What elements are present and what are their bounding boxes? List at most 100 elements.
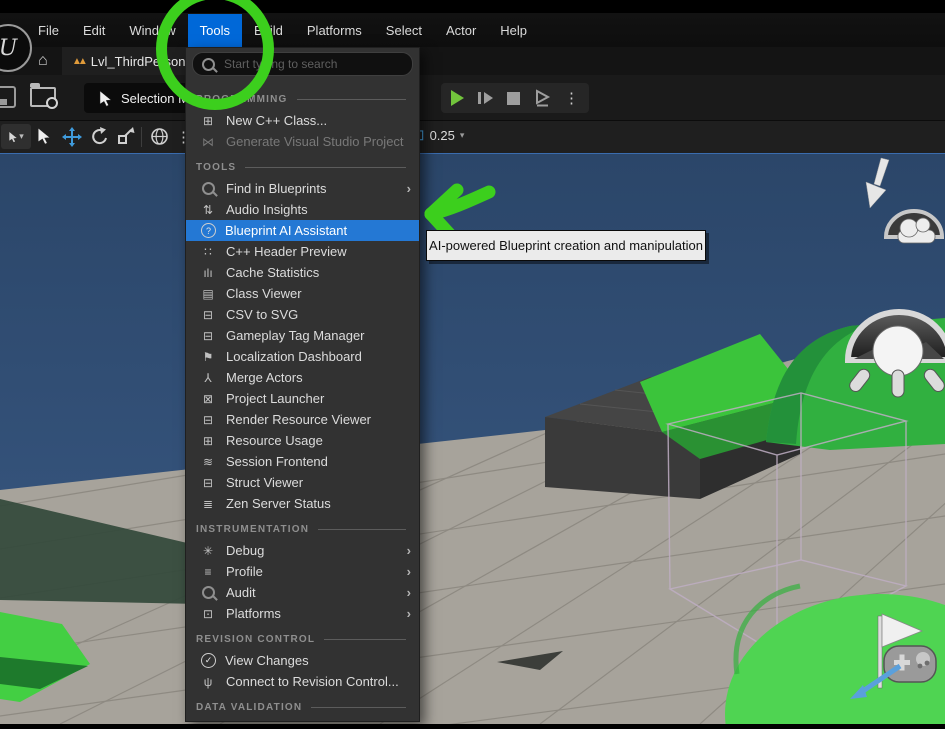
menu-item-zen-server-status[interactable]: ≣ Zen Server Status xyxy=(186,493,419,514)
play-controls: ⋮ xyxy=(441,83,589,113)
menu-item-gameplay-tag-manager[interactable]: ⊟Gameplay Tag Manager xyxy=(186,325,419,346)
menu-item-class-viewer[interactable]: ▤Class Viewer xyxy=(186,283,419,304)
menu-item-label: Generate Visual Studio Project xyxy=(226,134,404,149)
tooltip-text: AI-powered Blueprint creation and manipu… xyxy=(429,238,703,253)
tooltip: AI-powered Blueprint creation and manipu… xyxy=(426,230,706,261)
toolbar-divider xyxy=(141,127,142,147)
home-icon[interactable]: ⌂ xyxy=(38,52,48,70)
menu-item-view-changes[interactable]: ✓View Changes xyxy=(186,650,419,671)
menu-item-label: Merge Actors xyxy=(226,370,303,385)
submenu-arrow-icon: › xyxy=(407,585,411,600)
menu-item-validate-data[interactable]: ✔Validate Data... xyxy=(186,718,419,722)
menu-item-debug[interactable]: ✳ Debug › xyxy=(186,540,419,561)
menu-item-csv-to-svg[interactable]: ⊟ CSV to SVG xyxy=(186,304,419,325)
menu-item-merge-actors[interactable]: ⅄ Merge Actors xyxy=(186,367,419,388)
rotate-tool-icon[interactable] xyxy=(90,127,109,146)
question-circle-icon: ? xyxy=(201,223,216,238)
snap-value: 0.25 xyxy=(430,128,455,143)
skylight-icon[interactable] xyxy=(847,312,945,397)
frame-skip-button[interactable] xyxy=(477,89,494,107)
menu-item-localization-dashboard[interactable]: ⚑ Localization Dashboard xyxy=(186,346,419,367)
menubar: U FileEditWindowToolsBuildPlatformsSelec… xyxy=(0,0,945,47)
stop-button[interactable] xyxy=(507,92,520,105)
menubar-item-select[interactable]: Select xyxy=(374,14,434,47)
save-icon[interactable] xyxy=(0,86,16,108)
bug-icon: ✳ xyxy=(199,544,217,558)
antenna-icon: ≋ xyxy=(199,455,217,469)
menu-item-label: C++ Header Preview xyxy=(226,244,347,259)
menu-item-label: Struct Viewer xyxy=(226,475,303,490)
menu-item-platforms[interactable]: ⊡Platforms› xyxy=(186,603,419,624)
viewport-cursor-dropdown[interactable]: ▾ xyxy=(1,124,31,149)
table-icon: ⊞ xyxy=(199,434,217,448)
menu-item-resource-usage[interactable]: ⊞Resource Usage xyxy=(186,430,419,451)
content-browser-icon[interactable] xyxy=(30,87,56,107)
menu-item-label: Audio Insights xyxy=(226,202,308,217)
menu-list: PROGRAMMING⊞New C++ Class...⋈Generate Vi… xyxy=(186,78,419,722)
chevron-down-icon: ▾ xyxy=(460,130,465,141)
menu-item-label: Cache Statistics xyxy=(226,265,319,280)
menubar-item-platforms[interactable]: Platforms xyxy=(295,14,374,47)
menu-item-label: Blueprint AI Assistant xyxy=(225,223,347,238)
menu-item-label: Localization Dashboard xyxy=(226,349,362,364)
menubar-item-file[interactable]: File xyxy=(26,14,71,47)
launcher-icon: ⊠ xyxy=(199,392,217,406)
menu-item-label: Profile xyxy=(226,564,263,579)
menu-item-struct-viewer[interactable]: ⊟Struct Viewer xyxy=(186,472,419,493)
tools-menu-panel: PROGRAMMING⊞New C++ Class...⋈Generate Vi… xyxy=(185,47,420,722)
server-stack-icon: ≣ xyxy=(199,497,217,511)
bar-chart-icon: ılı xyxy=(199,266,217,280)
sky-atmosphere-icon[interactable] xyxy=(886,211,942,243)
launch-button[interactable] xyxy=(533,89,551,107)
cursor-icon xyxy=(98,90,113,107)
resource-icon: ⊟ xyxy=(199,413,217,427)
cursor-icon xyxy=(8,131,18,143)
devices-icon: ⊡ xyxy=(199,607,217,621)
menu-item-audit[interactable]: Audit › xyxy=(186,582,419,603)
menu-item-label: Debug xyxy=(226,543,264,558)
menu-item-label: View Changes xyxy=(225,653,309,668)
flag-icon: ⚑ xyxy=(199,350,217,364)
merge-person-icon: ⅄ xyxy=(199,371,217,385)
move-tool-icon[interactable] xyxy=(62,127,82,147)
tab-row: ⌂ ▲▲ Lvl_ThirdPerson xyxy=(0,47,945,75)
menubar-item-edit[interactable]: Edit xyxy=(71,14,117,47)
search-blueprint-icon xyxy=(199,182,217,195)
menu-item-audio-insights[interactable]: ⇅Audio Insights xyxy=(186,199,419,220)
menu-item-connect-to-revision-control[interactable]: ψ Connect to Revision Control... xyxy=(186,671,419,692)
menu-item-label: Connect to Revision Control... xyxy=(226,674,399,689)
menu-item-session-frontend[interactable]: ≋Session Frontend xyxy=(186,451,419,472)
menu-item-project-launcher[interactable]: ⊠ Project Launcher xyxy=(186,388,419,409)
world-transform-icon[interactable] xyxy=(150,127,169,146)
menu-item-blueprint-ai-assistant[interactable]: ? Blueprint AI Assistant xyxy=(186,220,419,241)
menu-section-revision-control: REVISION CONTROL xyxy=(186,628,419,650)
menu-item-label: Zen Server Status xyxy=(226,496,331,511)
document-icon: ▤ xyxy=(199,287,217,301)
menu-section-data-validation: DATA VALIDATION xyxy=(186,696,419,718)
scale-tool-icon[interactable] xyxy=(117,127,135,145)
submenu-arrow-icon: › xyxy=(407,543,411,558)
unreal-editor-window: { "window": { "menubar_items": ["File", … xyxy=(0,0,945,722)
branch-icon: ψ xyxy=(199,675,217,689)
menu-item-cpp-header-preview[interactable]: ∷C++ Header Preview xyxy=(186,241,419,262)
select-tool-icon[interactable] xyxy=(36,127,52,145)
menu-item-generate-visual-studio-project[interactable]: ⋈ Generate Visual Studio Project xyxy=(186,131,419,152)
play-button[interactable] xyxy=(451,90,464,106)
menu-item-label: Audit xyxy=(226,585,256,600)
play-options-menu-icon[interactable]: ⋮ xyxy=(564,89,579,107)
tag-manager-icon: ⊟ xyxy=(199,329,217,343)
convert-icon: ⊟ xyxy=(199,308,217,322)
menu-item-label: Render Resource Viewer xyxy=(226,412,371,427)
menu-item-find-in-blueprints[interactable]: Find in Blueprints› xyxy=(186,178,419,199)
menubar-item-actor[interactable]: Actor xyxy=(434,14,488,47)
menubar-items: FileEditWindowToolsBuildPlatformsSelectA… xyxy=(26,14,539,47)
viewport-toolbar: ▾ ⋮ ⊡ 0.25 ▾ xyxy=(0,120,945,153)
visual-studio-icon: ⋈ xyxy=(199,135,217,149)
menu-item-render-resource-viewer[interactable]: ⊟ Render Resource Viewer xyxy=(186,409,419,430)
menu-item-profile[interactable]: ≡Profile› xyxy=(186,561,419,582)
menu-item-label: CSV to SVG xyxy=(226,307,298,322)
menubar-item-help[interactable]: Help xyxy=(488,14,539,47)
menu-item-label: Project Launcher xyxy=(226,391,324,406)
menu-item-cache-statistics[interactable]: ılı Cache Statistics xyxy=(186,262,419,283)
menu-item-new-cpp-class[interactable]: ⊞New C++ Class... xyxy=(186,110,419,131)
